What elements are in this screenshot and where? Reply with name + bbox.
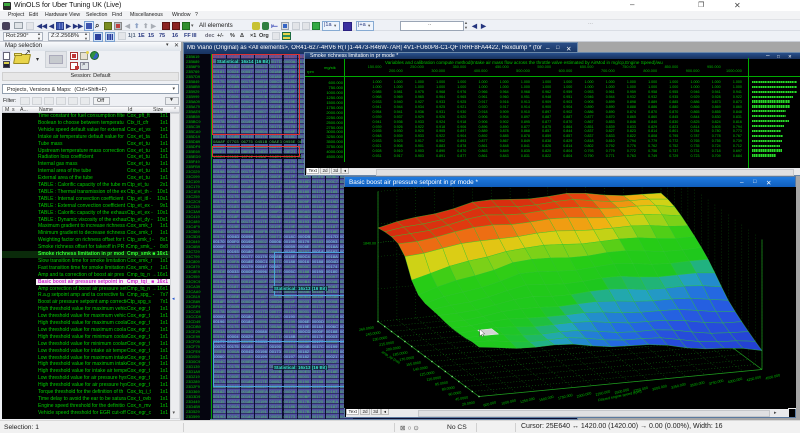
svg-text:1840.00: 1840.00 xyxy=(363,241,376,245)
